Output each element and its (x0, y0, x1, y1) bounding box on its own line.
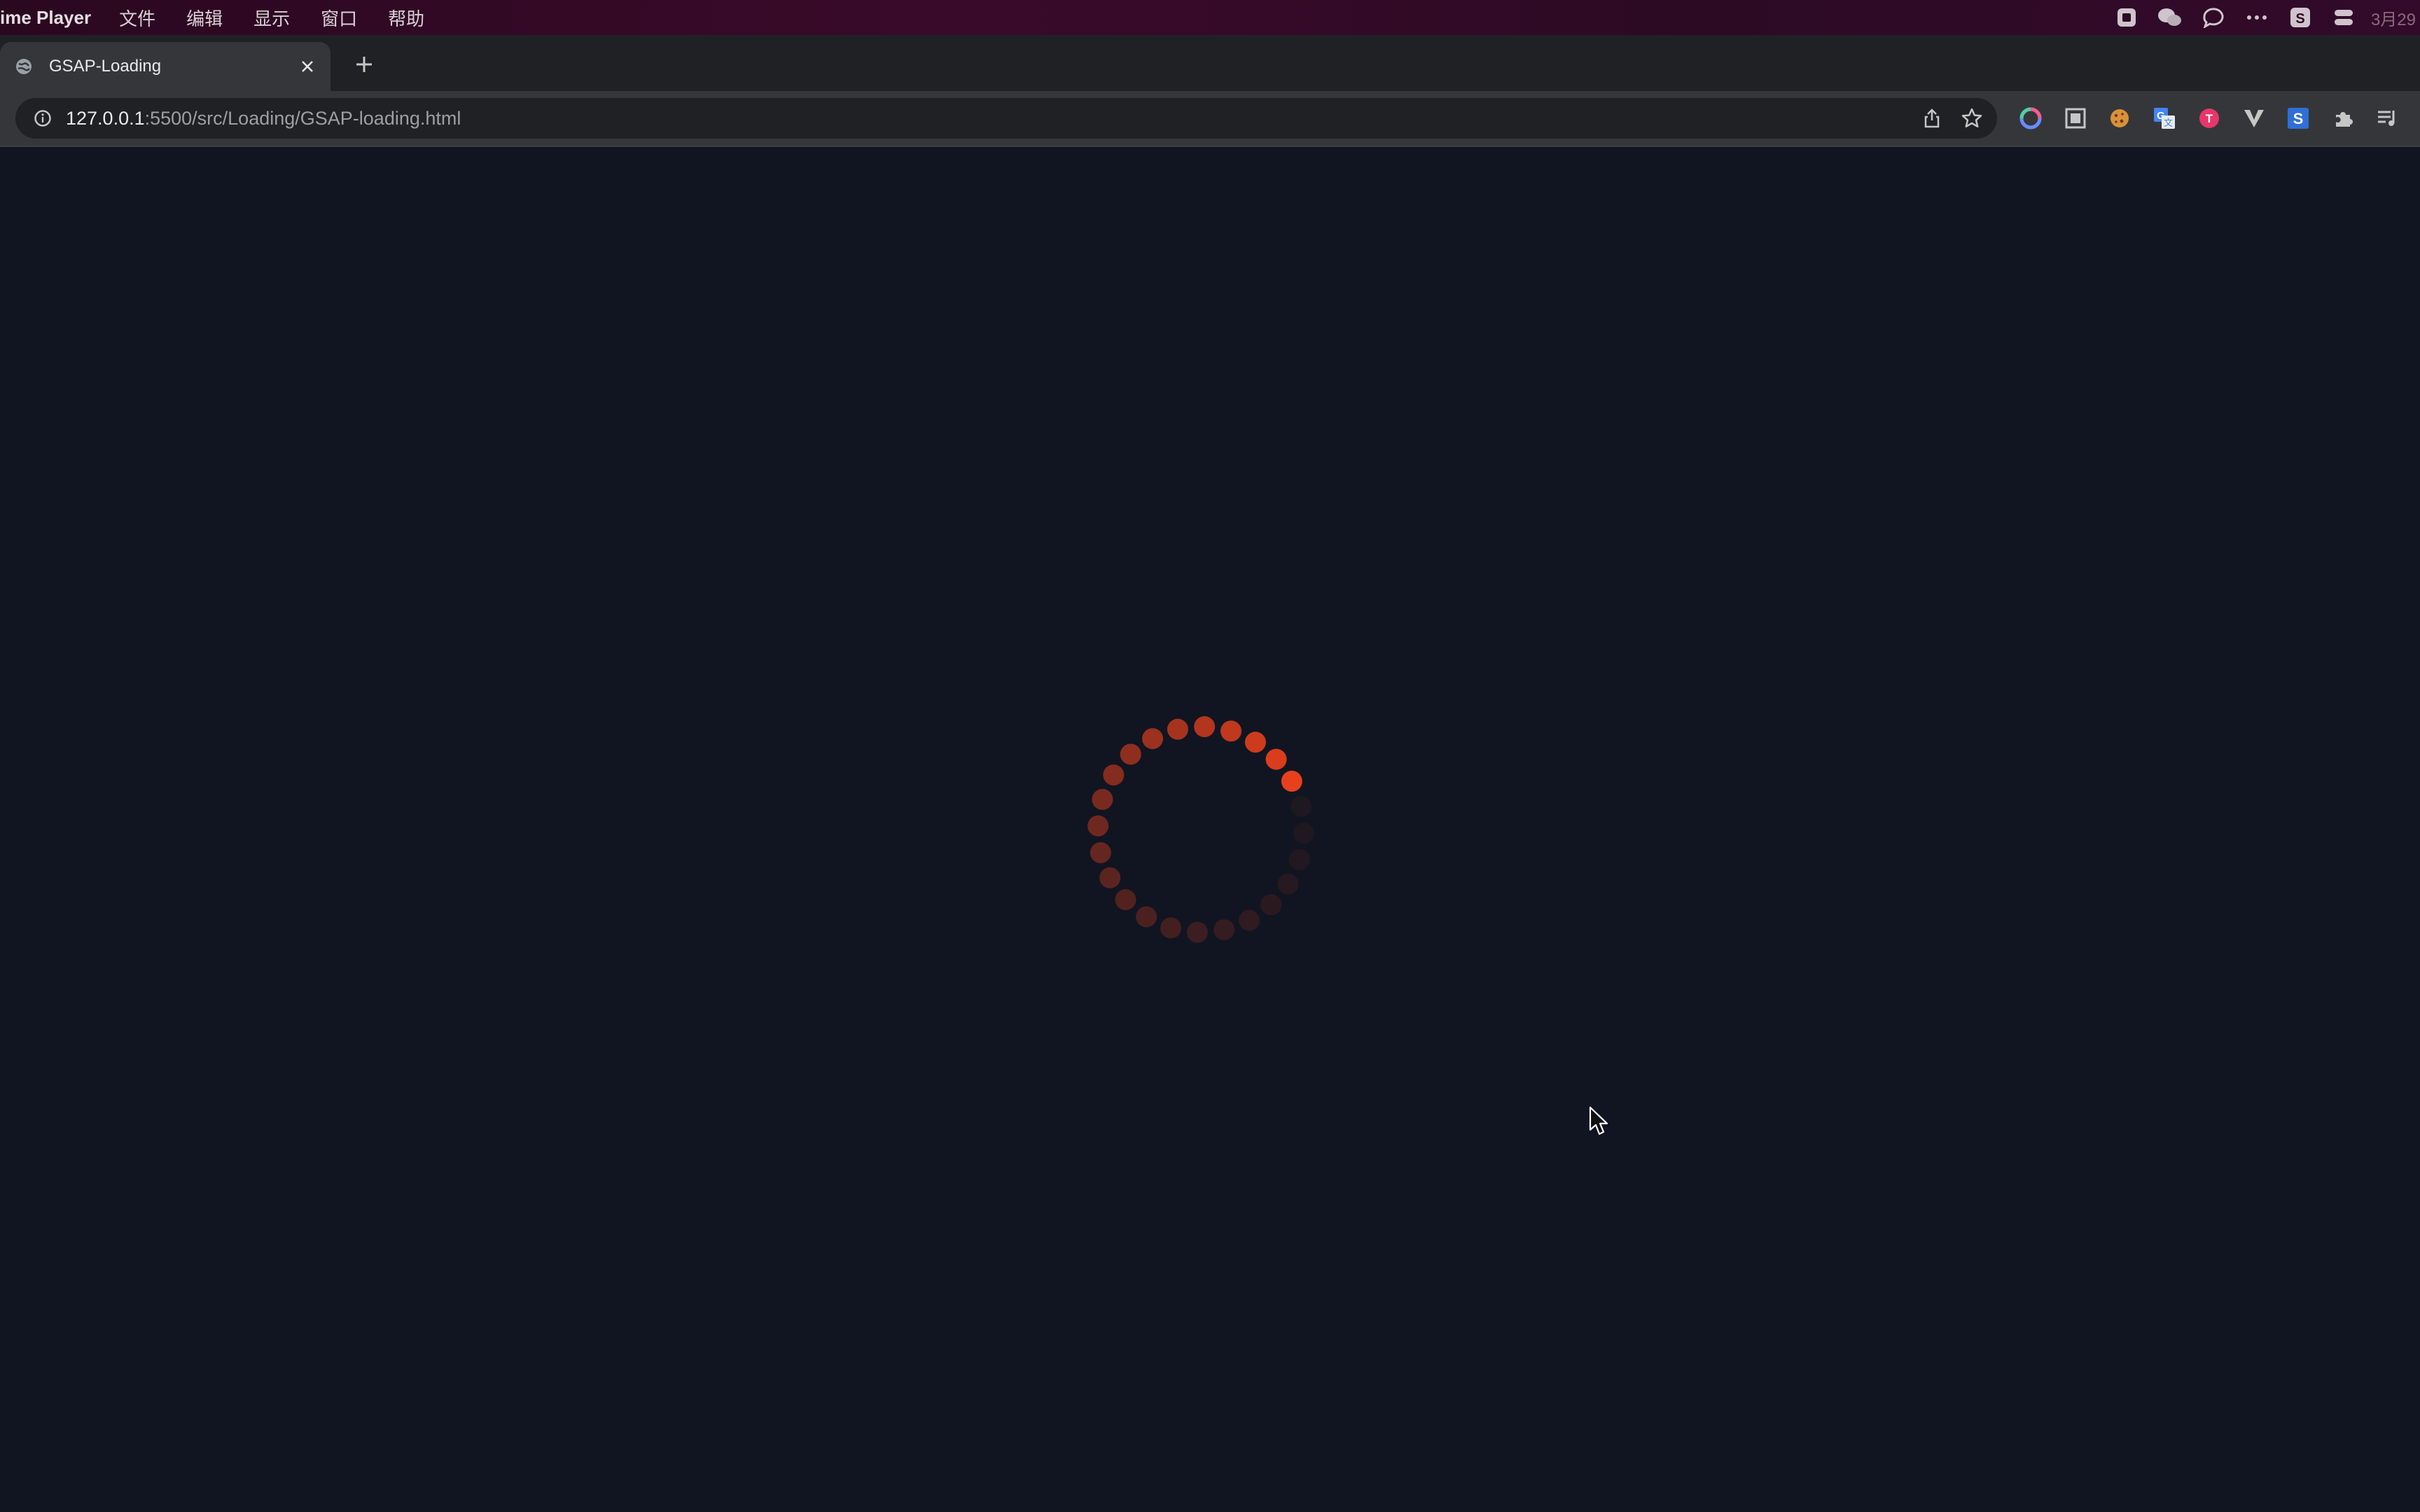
menu-view[interactable]: 显示 (253, 5, 290, 31)
site-info-icon[interactable] (32, 108, 53, 129)
menu-help[interactable]: 帮助 (388, 5, 424, 31)
spinner-dot (1214, 919, 1235, 941)
tab-strip: GSAP-Loading (0, 35, 2420, 91)
spinner-dot (1265, 748, 1287, 770)
globe-icon (14, 57, 34, 76)
spinner-dot (1099, 867, 1121, 888)
spinner-dot (1167, 718, 1188, 740)
spinner-dot (1244, 732, 1266, 753)
new-tab-icon[interactable] (350, 50, 378, 78)
message-icon[interactable] (2200, 7, 2227, 28)
page-viewport (0, 147, 2420, 1512)
bookmark-star-icon[interactable] (1961, 107, 1983, 130)
spinner-dot (1103, 764, 1125, 786)
spinner-dot (1136, 906, 1157, 927)
mouse-cursor-icon (1589, 1106, 1608, 1135)
spinner-dot (1186, 921, 1208, 943)
tab-gsap-loading[interactable]: GSAP-Loading (0, 42, 331, 91)
spinner-dot (1087, 815, 1109, 836)
menu-bar-tray: S 3月29 (2105, 0, 2420, 35)
url-path: :5500/src/Loading/GSAP-loading.html (144, 107, 461, 129)
url-host: 127.0.0.1 (66, 107, 145, 129)
svg-text:S: S (2295, 11, 2304, 27)
close-tab-icon[interactable] (297, 56, 318, 77)
puzzle-icon[interactable] (2330, 105, 2356, 132)
menu-bar-clock[interactable]: 3月29 (2371, 6, 2416, 30)
svg-text:S: S (2293, 110, 2304, 127)
spinner-dot (1090, 842, 1111, 864)
spinner-dot (1277, 873, 1299, 895)
spinner-dot (1115, 889, 1136, 911)
spinner-dot (1260, 894, 1282, 916)
spinner-dot (1293, 822, 1314, 844)
cookie-icon[interactable] (2106, 105, 2133, 132)
menu-edit[interactable]: 编辑 (186, 5, 223, 31)
app-menu-name[interactable]: ime Player (0, 7, 91, 29)
s-app-icon[interactable]: S (2287, 7, 2314, 28)
address-bar[interactable]: 127.0.0.1:5500/src/Loading/GSAP-loading.… (15, 98, 1997, 139)
spinner-dot (1291, 795, 1312, 817)
menu-window[interactable]: 窗口 (321, 5, 357, 31)
svg-text:文: 文 (2164, 118, 2173, 128)
more-dots-icon[interactable] (2244, 7, 2270, 28)
menu-bar: ime Player 文件 编辑 显示 窗口 帮助 S 3月29 (0, 0, 2420, 35)
s-logo-icon[interactable]: S (2285, 105, 2311, 132)
spinner-dot (1288, 849, 1310, 870)
spinner-dot (1194, 716, 1216, 738)
browser-toolbar: 127.0.0.1:5500/src/Loading/GSAP-loading.… (0, 91, 2420, 147)
spinner-dot (1142, 728, 1163, 750)
spinner-dot (1092, 789, 1113, 810)
square-frame-icon[interactable] (2062, 105, 2089, 132)
wechat-icon[interactable] (2157, 7, 2183, 28)
tab-title: GSAP-Loading (49, 57, 162, 76)
spinner-dot (1160, 917, 1181, 939)
spinner-dot (1239, 909, 1260, 931)
spinner-dot (1281, 771, 1302, 792)
screen-record-icon[interactable] (2113, 7, 2140, 28)
share-icon[interactable] (1921, 108, 1942, 129)
menu-file[interactable]: 文件 (119, 5, 155, 31)
url-text: 127.0.0.1:5500/src/Loading/GSAP-loading.… (66, 108, 461, 130)
v-logo-icon[interactable] (2241, 105, 2267, 132)
control-center-icon[interactable] (2330, 7, 2357, 28)
spinner-dot (1221, 720, 1242, 742)
red-t-icon[interactable]: T (2196, 105, 2223, 132)
color-circle-icon[interactable] (2017, 105, 2044, 132)
spinner-dot (1120, 743, 1141, 765)
translate-icon[interactable]: G文 (2151, 105, 2178, 132)
loading-spinner (1087, 716, 1314, 943)
svg-text:T: T (2206, 112, 2213, 125)
media-list-icon[interactable] (2374, 105, 2401, 132)
